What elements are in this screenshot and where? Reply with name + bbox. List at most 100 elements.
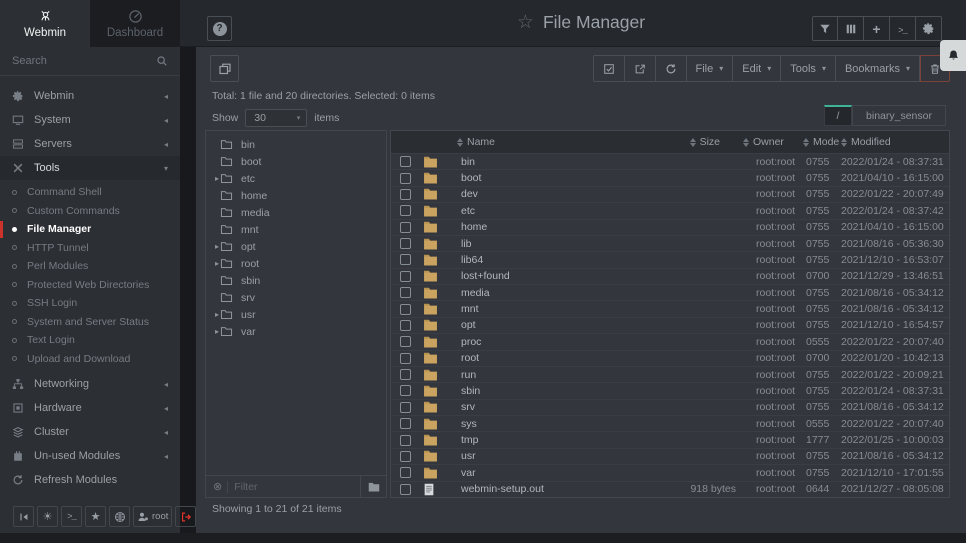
table-row-lib64[interactable]: lib64root:root07552021/12/10 - 16:53:07 [391, 251, 949, 267]
row-checkbox[interactable] [400, 369, 411, 380]
table-row-opt[interactable]: optroot:root07552021/12/10 - 16:54:57 [391, 317, 949, 333]
tree-item-media[interactable]: media [206, 204, 386, 221]
sidebar-item-refresh-modules[interactable]: Refresh Modules [0, 468, 180, 492]
tree-item-srv[interactable]: srv [206, 289, 386, 306]
sidebar-item-http-tunnel[interactable]: HTTP Tunnel [0, 239, 180, 258]
sidebar-item-ssh-login[interactable]: SSH Login [0, 294, 180, 313]
table-row-bin[interactable]: binroot:root07552022/01/24 - 08:37:31 [391, 153, 949, 169]
table-row-lost-found[interactable]: lost+foundroot:root07002021/12/29 - 13:4… [391, 268, 949, 284]
settings-button[interactable] [916, 16, 942, 41]
path-segment-button[interactable]: binary_sensor [852, 105, 946, 126]
row-checkbox[interactable] [400, 320, 411, 331]
sidebar-item-custom-commands[interactable]: Custom Commands [0, 202, 180, 221]
row-checkbox[interactable] [400, 254, 411, 265]
table-row-usr[interactable]: usrroot:root07552021/08/16 - 05:34:12 [391, 448, 949, 464]
sidebar-item-command-shell[interactable]: Command Shell [0, 183, 180, 202]
tree-item-boot[interactable]: boot [206, 153, 386, 170]
expand-icon[interactable]: ▸ [206, 327, 220, 336]
column-header-name[interactable]: Name [455, 136, 670, 148]
sidebar-item-text-login[interactable]: Text Login [0, 331, 180, 350]
table-row-dev[interactable]: devroot:root07552022/01/22 - 20:07:49 [391, 186, 949, 202]
table-row-run[interactable]: runroot:root07552022/01/22 - 20:09:21 [391, 366, 949, 382]
menu-bookmarks[interactable]: Bookmarks▾ [836, 55, 920, 82]
row-checkbox[interactable] [400, 205, 411, 216]
add-button[interactable]: + [864, 16, 890, 41]
table-row-mnt[interactable]: mntroot:root07552021/08/16 - 05:34:12 [391, 300, 949, 316]
menu-tools[interactable]: Tools▾ [781, 55, 836, 82]
shell-button[interactable]: >_ [61, 506, 82, 527]
table-row-sbin[interactable]: sbinroot:root07552022/01/24 - 08:37:31 [391, 382, 949, 398]
star-outline-icon[interactable]: ☆ [517, 11, 534, 34]
sidebar-item-networking[interactable]: Networking◂ [0, 372, 180, 396]
sidebar-item-un-used-modules[interactable]: Un-used Modules◂ [0, 444, 180, 468]
sidebar-item-tools[interactable]: Tools▾ [0, 156, 180, 180]
row-checkbox[interactable] [400, 238, 411, 249]
row-checkbox[interactable] [400, 451, 411, 462]
table-row-home[interactable]: homeroot:root07552021/04/10 - 16:15:00 [391, 219, 949, 235]
tab-webmin[interactable]: Webmin [0, 0, 90, 47]
table-row-root[interactable]: rootroot:root07002022/01/20 - 10:42:13 [391, 350, 949, 366]
table-row-srv[interactable]: srvroot:root07552021/08/16 - 05:34:12 [391, 399, 949, 415]
row-checkbox[interactable] [400, 402, 411, 413]
row-checkbox[interactable] [400, 484, 411, 495]
sidebar-item-hardware[interactable]: Hardware◂ [0, 396, 180, 420]
user-button[interactable]: root [133, 506, 172, 527]
terminal-button[interactable]: >_ [890, 16, 916, 41]
tab-dashboard[interactable]: Dashboard [90, 0, 180, 47]
tree-item-mnt[interactable]: mnt [206, 221, 386, 238]
row-checkbox[interactable] [400, 385, 411, 396]
open-in-button[interactable] [625, 55, 656, 82]
sidebar-item-cluster[interactable]: Cluster◂ [0, 420, 180, 444]
row-checkbox[interactable] [400, 467, 411, 478]
column-header-modified[interactable]: Modified [838, 136, 949, 148]
table-row-etc[interactable]: etcroot:root07552022/01/24 - 08:37:42 [391, 202, 949, 218]
row-checkbox[interactable] [400, 156, 411, 167]
row-checkbox[interactable] [400, 271, 411, 282]
table-row-var[interactable]: varroot:root07552021/12/10 - 17:01:55 [391, 464, 949, 480]
favorites-button[interactable]: ★ [85, 506, 106, 527]
refresh-button[interactable] [656, 55, 687, 82]
sidebar-item-upload-and-download[interactable]: Upload and Download [0, 350, 180, 369]
filter-button[interactable] [812, 16, 838, 41]
row-checkbox[interactable] [400, 287, 411, 298]
row-checkbox[interactable] [400, 353, 411, 364]
columns-button[interactable] [838, 16, 864, 41]
column-header-mode[interactable]: Mode [792, 136, 838, 148]
table-row-media[interactable]: mediaroot:root07552021/08/16 - 05:34:12 [391, 284, 949, 300]
logout-button[interactable] [175, 506, 196, 527]
clear-filter-icon[interactable]: ⊗ [206, 480, 227, 493]
sidebar-item-system-and-server-status[interactable]: System and Server Status [0, 313, 180, 332]
expand-icon[interactable]: ▸ [206, 174, 220, 183]
column-header-owner[interactable]: Owner [742, 136, 792, 148]
expand-icon[interactable]: ▸ [206, 259, 220, 268]
table-row-webmin-setup-out[interactable]: webmin-setup.out918 bytesroot:root064420… [391, 481, 949, 497]
tree-item-opt[interactable]: ▸opt [206, 238, 386, 255]
table-row-boot[interactable]: bootroot:root07552021/04/10 - 16:15:00 [391, 169, 949, 185]
menu-edit[interactable]: Edit▾ [733, 55, 781, 82]
folder-select-button[interactable] [360, 476, 386, 497]
tree-item-usr[interactable]: ▸usr [206, 306, 386, 323]
sidebar-item-file-manager[interactable]: File Manager [0, 220, 180, 239]
row-checkbox[interactable] [400, 418, 411, 429]
row-checkbox[interactable] [400, 336, 411, 347]
sidebar-item-perl-modules[interactable]: Perl Modules [0, 257, 180, 276]
sidebar-item-protected-web-directories[interactable]: Protected Web Directories [0, 276, 180, 295]
filter-input[interactable] [228, 481, 360, 493]
sidebar-item-servers[interactable]: Servers◂ [0, 132, 180, 156]
table-row-proc[interactable]: procroot:root05552022/01/22 - 20:07:40 [391, 333, 949, 349]
sidebar-item-webmin[interactable]: Webmin◂ [0, 84, 180, 108]
tree-item-etc[interactable]: ▸etc [206, 170, 386, 187]
search-input[interactable] [12, 55, 156, 67]
table-row-sys[interactable]: sysroot:root05552022/01/22 - 20:07:40 [391, 415, 949, 431]
select-all-button[interactable] [593, 55, 625, 82]
table-row-lib[interactable]: libroot:root07552021/08/16 - 05:36:30 [391, 235, 949, 251]
row-checkbox[interactable] [400, 222, 411, 233]
search-icon[interactable] [156, 55, 168, 67]
table-row-tmp[interactable]: tmproot:root17772022/01/25 - 10:00:03 [391, 431, 949, 447]
tree-item-var[interactable]: ▸var [206, 323, 386, 340]
tree-item-bin[interactable]: bin [206, 136, 386, 153]
collapse-sidebar-button[interactable] [13, 506, 34, 527]
show-count-select[interactable]: 30 ▾ [245, 109, 307, 127]
path-root-button[interactable]: / [824, 105, 852, 126]
row-checkbox[interactable] [400, 304, 411, 315]
